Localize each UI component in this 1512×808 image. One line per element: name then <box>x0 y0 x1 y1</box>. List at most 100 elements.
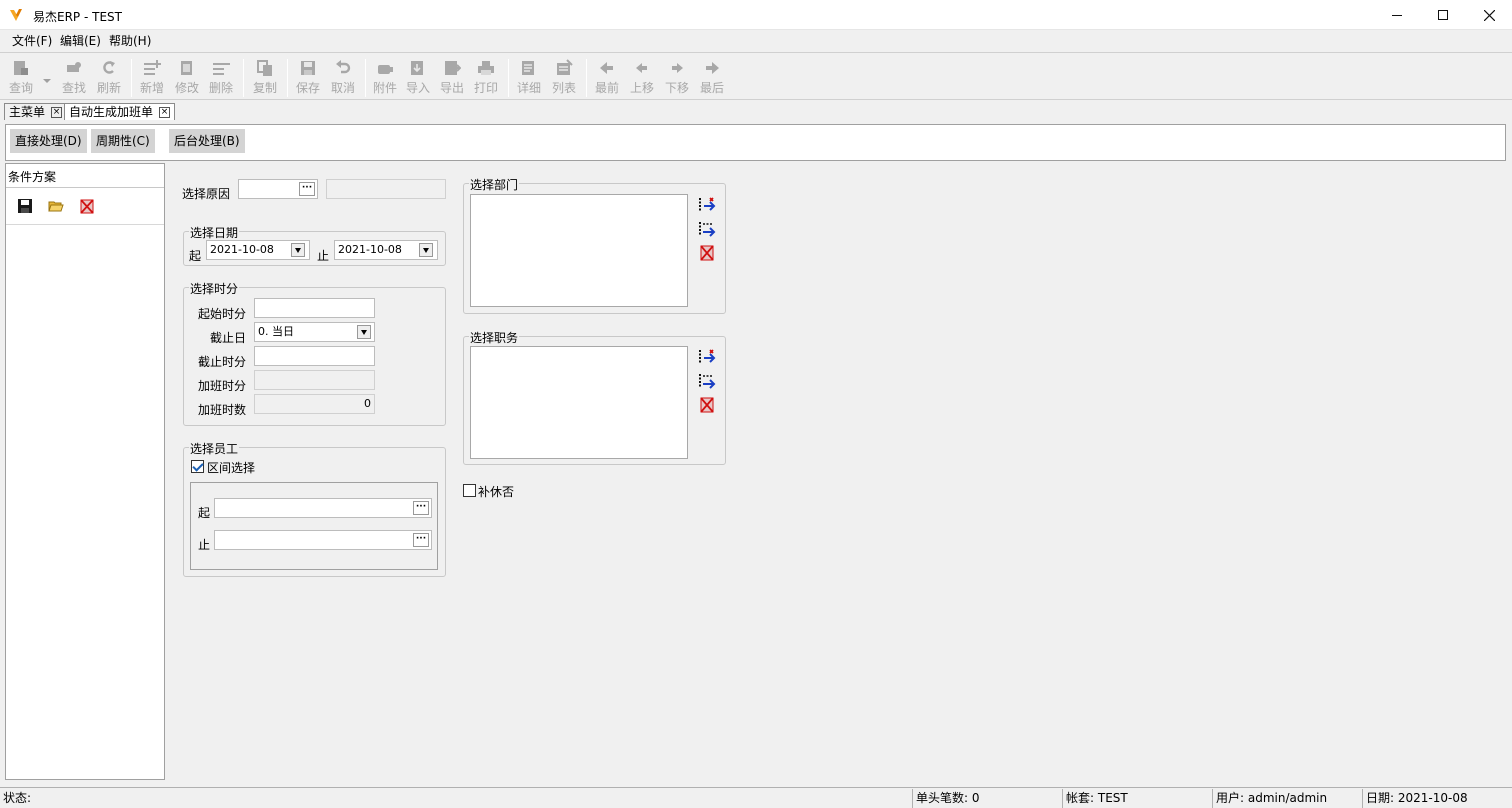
find-button[interactable]: 查找 <box>57 57 91 99</box>
edit-icon <box>181 61 192 75</box>
position-listbox[interactable] <box>470 346 688 459</box>
export-button[interactable]: 导出 <box>435 57 469 99</box>
delete-scheme-icon[interactable] <box>79 198 95 214</box>
delete-icon <box>213 63 230 75</box>
time-group: 选择时分 起始时分 截止日 0. 当日 截止时分 加班时分 加班时数 0 <box>183 280 446 426</box>
attachment-icon <box>378 65 393 74</box>
insert-position-icon[interactable] <box>698 372 716 390</box>
condition-scheme-title: 条件方案 <box>6 164 164 188</box>
record-count: 单头笔数: 0 <box>912 789 1062 808</box>
comp-leave-checkbox[interactable] <box>463 484 476 497</box>
reason-lookup-button[interactable]: ··· <box>299 182 315 196</box>
menu-file[interactable]: 文件(F) <box>12 32 52 49</box>
end-time-input[interactable] <box>254 346 375 366</box>
delete-department-icon[interactable] <box>698 244 716 262</box>
last-button[interactable]: 最后 <box>695 57 729 99</box>
delete-button[interactable]: 删除 <box>204 57 238 99</box>
new-button[interactable]: 新增 <box>135 57 169 99</box>
cancel-button[interactable]: 取消 <box>326 57 360 99</box>
list-label: 列表 <box>551 81 576 95</box>
direct-process-button[interactable]: 直接处理(D) <box>10 129 87 153</box>
save-scheme-icon[interactable] <box>17 198 33 214</box>
employee-group-title: 选择员工 <box>189 440 240 457</box>
start-time-input[interactable] <box>254 298 375 318</box>
first-record-icon <box>600 62 613 74</box>
print-icon <box>478 61 494 75</box>
process-bar: 直接处理(D) 周期性(C) 后台处理(B) <box>5 124 1506 161</box>
close-icon[interactable]: × <box>51 106 63 118</box>
date-to-label: 止 <box>317 249 330 263</box>
toolbar-separator <box>131 59 132 97</box>
start-time-label: 起始时分 <box>198 307 247 321</box>
toolbar-separator <box>243 59 244 97</box>
background-process-button[interactable]: 后台处理(B) <box>169 129 245 153</box>
window-title: 易杰ERP - TEST <box>33 10 122 24</box>
employee-to-input[interactable] <box>214 530 432 550</box>
tab-auto-overtime[interactable]: 自动生成加班单 × <box>64 103 176 120</box>
delete-position-icon[interactable] <box>698 396 716 414</box>
status-text: 状态: <box>3 791 32 805</box>
delete-label: 删除 <box>208 81 233 95</box>
last-record-icon <box>706 62 719 74</box>
new-icon <box>144 60 161 75</box>
move-down-button[interactable]: 下移 <box>660 57 694 99</box>
overtime-hours-label: 加班时数 <box>198 403 247 417</box>
position-group-title: 选择职务 <box>469 329 520 346</box>
employee-from-input[interactable] <box>214 498 432 518</box>
date-to-dropdown-arrow[interactable] <box>419 243 433 257</box>
first-button[interactable]: 最前 <box>590 57 624 99</box>
chevron-down-icon <box>43 79 51 83</box>
minimize-icon <box>1392 14 1402 16</box>
open-folder-icon[interactable] <box>48 198 64 214</box>
employee-to-label: 止 <box>198 538 211 552</box>
undo-icon <box>336 60 351 74</box>
end-day-dropdown-arrow[interactable] <box>357 325 371 339</box>
department-listbox[interactable] <box>470 194 688 307</box>
print-button[interactable]: 打印 <box>469 57 503 99</box>
close-button[interactable] <box>1466 0 1512 30</box>
list-button[interactable]: 列表 <box>547 57 581 99</box>
range-select-checkbox[interactable] <box>191 460 204 473</box>
menu-help[interactable]: 帮助(H) <box>109 32 151 49</box>
save-label: 保存 <box>295 81 320 95</box>
move-up-button[interactable]: 上移 <box>625 57 659 99</box>
cancel-label: 取消 <box>330 81 355 95</box>
edit-button[interactable]: 修改 <box>170 57 204 99</box>
date-from-dropdown-arrow[interactable] <box>291 243 305 257</box>
new-label: 新增 <box>139 81 164 95</box>
maximize-button[interactable] <box>1420 0 1466 30</box>
save-icon <box>301 61 315 75</box>
query-dropdown-arrow[interactable] <box>42 73 52 83</box>
employee-to-lookup-button[interactable]: ··· <box>413 533 429 547</box>
first-label: 最前 <box>594 81 619 95</box>
toolbar-separator <box>365 59 366 97</box>
comp-leave-label: 补休否 <box>478 485 515 499</box>
move-up-label: 上移 <box>629 81 654 95</box>
position-group: 选择职务 <box>463 329 726 465</box>
insert-department-icon[interactable] <box>698 220 716 238</box>
find-label: 查找 <box>61 81 86 95</box>
add-position-icon[interactable] <box>698 348 716 366</box>
arrow-right-icon <box>672 63 683 73</box>
query-button[interactable]: 查询 <box>4 57 38 99</box>
add-department-icon[interactable] <box>698 196 716 214</box>
tab-label: 自动生成加班单 <box>69 104 154 119</box>
move-down-label: 下移 <box>664 81 689 95</box>
maximize-icon <box>1438 10 1448 20</box>
copy-button[interactable]: 复制 <box>248 57 282 99</box>
minimize-button[interactable] <box>1374 0 1420 30</box>
periodic-button[interactable]: 周期性(C) <box>91 129 155 153</box>
department-group: 选择部门 <box>463 176 726 314</box>
import-button[interactable]: 导入 <box>401 57 435 99</box>
find-icon <box>67 62 81 72</box>
menu-edit[interactable]: 编辑(E) <box>60 32 101 49</box>
employee-from-lookup-button[interactable]: ··· <box>413 501 429 515</box>
detail-button[interactable]: 详细 <box>512 57 546 99</box>
reason-name-display <box>326 179 446 199</box>
close-icon[interactable]: × <box>159 106 171 118</box>
attach-button[interactable]: 附件 <box>368 57 402 99</box>
save-button[interactable]: 保存 <box>291 57 325 99</box>
refresh-button[interactable]: 刷新 <box>92 57 126 99</box>
detail-label: 详细 <box>516 81 541 95</box>
tab-main-menu[interactable]: 主菜单 × <box>4 103 68 120</box>
